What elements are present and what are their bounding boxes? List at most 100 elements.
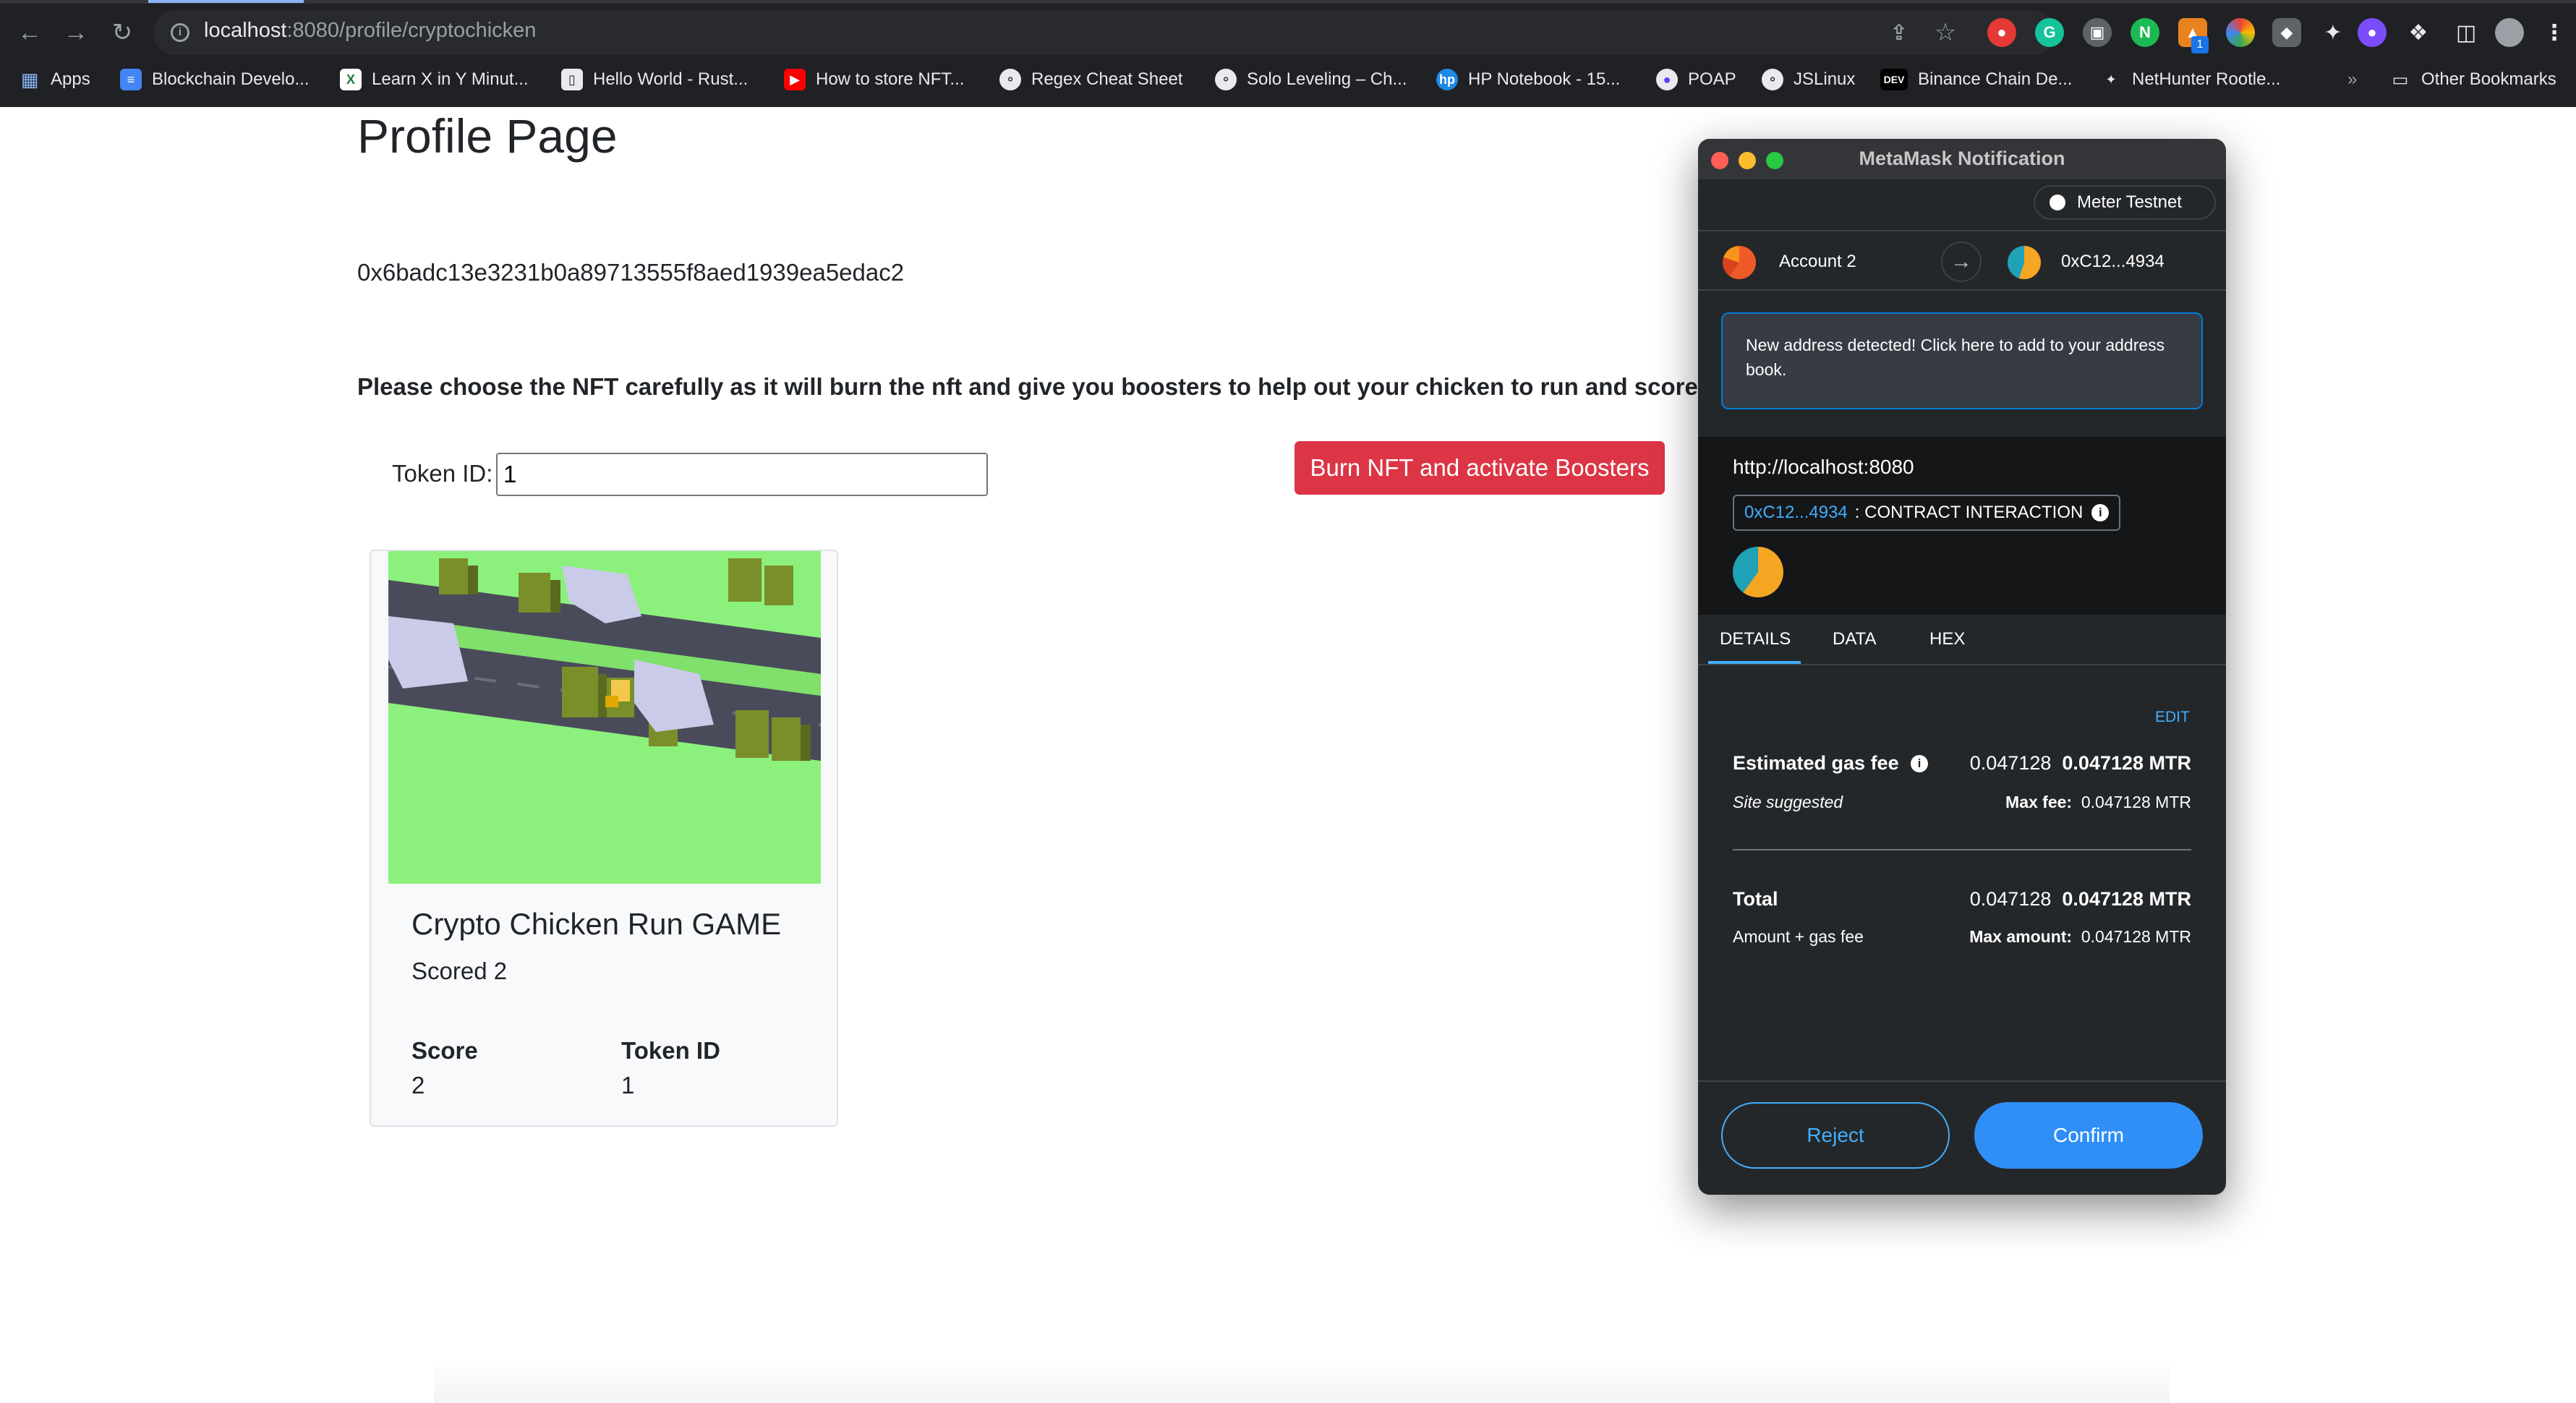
wallet-address: 0x6badc13e3231b0a89713555f8aed1939ea5eda… bbox=[357, 259, 905, 286]
extension-red-icon[interactable]: ● bbox=[1987, 18, 2016, 47]
nft-game-image bbox=[388, 551, 821, 884]
network-status-dot bbox=[2050, 195, 2065, 210]
bookmark-learnxiny[interactable]: X Learn X in Y Minut... bbox=[340, 64, 529, 95]
extension-n-icon[interactable]: N bbox=[2131, 18, 2159, 47]
card-token-id-label: Token ID bbox=[621, 1037, 720, 1064]
info-icon[interactable]: i bbox=[2091, 504, 2110, 521]
gas-value: 0.047128 bbox=[1969, 752, 2052, 774]
bookmark-poap[interactable]: ● POAP bbox=[1656, 64, 1736, 95]
menu-kebab-icon[interactable]: ⋮ bbox=[2540, 18, 2569, 47]
from-account-name[interactable]: Account 2 bbox=[1779, 252, 1856, 272]
bookmark-solo-leveling[interactable]: ⚬ Solo Leveling – Ch... bbox=[1215, 64, 1407, 95]
bookmark-blockchain[interactable]: ≡ Blockchain Develo... bbox=[120, 64, 309, 95]
youtube-icon: ▶ bbox=[784, 69, 806, 90]
contract-address-link[interactable]: 0xC12...4934 bbox=[1744, 503, 1848, 523]
to-account-address[interactable]: 0xC12...4934 bbox=[2061, 252, 2165, 272]
network-selector[interactable]: Meter Testnet bbox=[2034, 185, 2216, 220]
contract-avatar bbox=[1733, 547, 1783, 597]
bookmark-nft[interactable]: ▶ How to store NFT... bbox=[784, 64, 964, 95]
edit-gas-link[interactable]: EDIT bbox=[2155, 709, 2190, 726]
tab-details[interactable]: DETAILS bbox=[1720, 629, 1791, 649]
max-fee: Max fee: 0.047128 MTR bbox=[2005, 793, 2191, 812]
metamask-footer: Reject Confirm bbox=[1698, 1080, 2226, 1195]
side-panel-icon[interactable]: ◫ bbox=[2452, 18, 2481, 47]
docs-icon: ≡ bbox=[120, 69, 142, 90]
account-row: Account 2 → 0xC12...4934 bbox=[1698, 230, 2226, 291]
poap-icon: ● bbox=[1656, 69, 1678, 90]
apps-grid-icon: ▦ bbox=[20, 68, 39, 90]
extensions-puzzle-icon[interactable]: ❖ bbox=[2404, 18, 2433, 47]
page-title: Profile Page bbox=[357, 109, 618, 163]
bookmark-regex[interactable]: ⚬ Regex Cheat Sheet bbox=[999, 64, 1182, 95]
tab-hex[interactable]: HEX bbox=[1929, 629, 1965, 649]
new-address-notice[interactable]: New address detected! Click here to add … bbox=[1721, 312, 2203, 409]
bookmark-label: Solo Leveling – Ch... bbox=[1247, 69, 1407, 89]
confirm-button[interactable]: Confirm bbox=[1974, 1102, 2203, 1169]
other-bookmarks-folder[interactable]: ▭ Other Bookmarks bbox=[2389, 64, 2556, 95]
total-label: Total bbox=[1733, 888, 1778, 910]
estimated-gas-label: Estimated gas fee bbox=[1733, 752, 1899, 774]
token-id-label: Token ID: bbox=[392, 460, 493, 487]
camera-icon[interactable]: ▣ bbox=[2083, 18, 2112, 47]
origin-url: http://localhost:8080 bbox=[1733, 456, 1914, 478]
gas-info-icon[interactable]: i bbox=[1911, 755, 1928, 772]
back-arrow-icon[interactable]: ← bbox=[13, 16, 46, 49]
bookmark-label: Learn X in Y Minut... bbox=[372, 69, 529, 89]
profile-avatar[interactable] bbox=[2495, 18, 2524, 47]
score-label: Score bbox=[411, 1037, 478, 1064]
url-path: :8080/profile/cryptochicken bbox=[286, 19, 537, 42]
contract-interaction-label: : CONTRACT INTERACTION bbox=[1854, 503, 2084, 522]
network-name: Meter Testnet bbox=[2077, 192, 2182, 212]
nft-card[interactable]: Crypto Chicken Run GAME Scored 2 Score 2… bbox=[370, 550, 838, 1127]
bookmark-label: Hello World - Rust... bbox=[593, 69, 749, 89]
bookmark-jslinux[interactable]: ⚬ JSLinux bbox=[1762, 64, 1855, 95]
max-amount-label: Max amount: bbox=[1969, 927, 2073, 946]
tab-strip bbox=[0, 0, 2576, 4]
transaction-tabs: DETAILS DATA HEX bbox=[1698, 615, 2226, 665]
hp-logo-icon: hp bbox=[1436, 69, 1458, 90]
url-text[interactable]: localhost:8080/profile/cryptochicken bbox=[204, 19, 536, 43]
browser-chrome: ← → ↻ i localhost:8080/profile/cryptochi… bbox=[0, 0, 2576, 107]
reload-icon[interactable]: ↻ bbox=[106, 16, 139, 49]
color-picker-icon[interactable] bbox=[2226, 18, 2255, 47]
bookmark-star-icon[interactable]: ☆ bbox=[1931, 18, 1960, 47]
metamask-notification-window: MetaMask Notification Meter Testnet Acco… bbox=[1698, 139, 2226, 1195]
reject-button[interactable]: Reject bbox=[1721, 1102, 1950, 1169]
bookmark-binance[interactable]: DEV Binance Chain De... bbox=[1880, 64, 2072, 95]
bookmark-rust[interactable]: ▯ Hello World - Rust... bbox=[561, 64, 748, 95]
bookmark-hp[interactable]: hp HP Notebook - 15... bbox=[1436, 64, 1620, 95]
bookmark-label: Regex Cheat Sheet bbox=[1031, 69, 1183, 89]
card-title: Crypto Chicken Run GAME bbox=[411, 907, 782, 941]
tab-data[interactable]: DATA bbox=[1833, 629, 1876, 649]
url-host: localhost bbox=[204, 19, 287, 42]
extension-tool-icon[interactable]: ✦ bbox=[2319, 18, 2347, 47]
score-value: 2 bbox=[411, 1072, 425, 1099]
token-id-input[interactable] bbox=[496, 453, 988, 496]
from-account-avatar bbox=[1723, 246, 1756, 279]
bookmark-label: How to store NFT... bbox=[816, 69, 965, 89]
bookmark-apps[interactable]: ▦ Apps bbox=[19, 64, 90, 95]
arrow-right-icon: → bbox=[1941, 242, 1982, 282]
globe-icon: ⚬ bbox=[1762, 69, 1783, 90]
bookmark-nethunter[interactable]: ✦ NetHunter Rootle... bbox=[2100, 64, 2280, 95]
nethunter-icon: ✦ bbox=[2105, 72, 2117, 87]
site-info-icon[interactable]: i bbox=[171, 23, 189, 42]
shield-icon[interactable]: ◆ bbox=[2272, 18, 2301, 47]
forward-arrow-icon[interactable]: → bbox=[59, 16, 93, 49]
gas-value-bold: 0.047128 MTR bbox=[2062, 752, 2191, 774]
total-values: 0.047128 0.047128 MTR bbox=[1970, 888, 2191, 911]
bookmarks-overflow-button[interactable]: » bbox=[2347, 64, 2357, 95]
grammarly-icon[interactable]: G bbox=[2035, 18, 2064, 47]
metamask-titlebar: MetaMask Notification bbox=[1698, 139, 2226, 179]
bookmark-label: NetHunter Rootle... bbox=[2132, 69, 2281, 89]
burn-nft-button[interactable]: Burn NFT and activate Boosters bbox=[1295, 441, 1665, 495]
extension-purple-icon[interactable]: ● bbox=[2358, 18, 2387, 47]
to-account-avatar bbox=[2008, 246, 2041, 279]
window-shadow bbox=[434, 1360, 2170, 1403]
extension-badge: 1 bbox=[2191, 36, 2209, 54]
estimated-gas-values: 0.047128 0.047128 MTR bbox=[1970, 752, 2191, 775]
max-amount: Max amount: 0.047128 MTR bbox=[1969, 927, 2191, 947]
share-icon[interactable]: ⇪ bbox=[1885, 18, 1914, 47]
max-fee-label: Max fee: bbox=[2005, 793, 2073, 811]
metamask-window-title: MetaMask Notification bbox=[1859, 148, 2065, 169]
